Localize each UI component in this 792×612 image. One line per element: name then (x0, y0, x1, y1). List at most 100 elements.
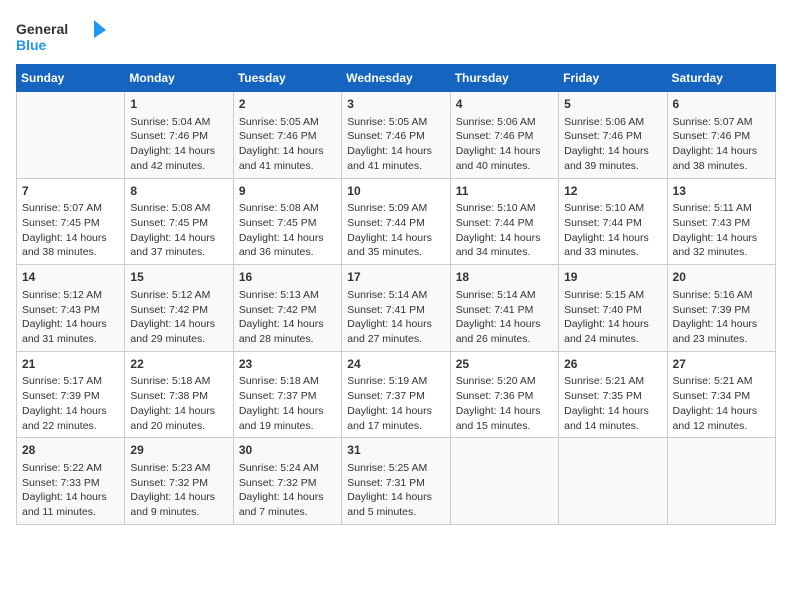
day-content: Sunrise: 5:09 AMSunset: 7:44 PMDaylight:… (347, 201, 444, 260)
day-content: Sunrise: 5:12 AMSunset: 7:42 PMDaylight:… (130, 288, 227, 347)
day-number: 27 (673, 356, 770, 373)
day-number: 13 (673, 183, 770, 200)
day-number: 9 (239, 183, 336, 200)
header-day-thursday: Thursday (450, 65, 558, 92)
day-number: 7 (22, 183, 119, 200)
day-content: Sunrise: 5:21 AMSunset: 7:34 PMDaylight:… (673, 374, 770, 433)
day-content: Sunrise: 5:14 AMSunset: 7:41 PMDaylight:… (456, 288, 553, 347)
calendar-cell (559, 438, 667, 525)
calendar-cell: 12Sunrise: 5:10 AMSunset: 7:44 PMDayligh… (559, 178, 667, 265)
header-day-saturday: Saturday (667, 65, 775, 92)
header-day-friday: Friday (559, 65, 667, 92)
page-header: General Blue (16, 16, 776, 56)
day-number: 20 (673, 269, 770, 286)
day-number: 6 (673, 96, 770, 113)
calendar-cell (450, 438, 558, 525)
calendar-cell: 4Sunrise: 5:06 AMSunset: 7:46 PMDaylight… (450, 92, 558, 179)
day-number: 12 (564, 183, 661, 200)
svg-text:Blue: Blue (16, 37, 47, 53)
calendar-cell: 30 Sunrise: 5:24 AMSunset: 7:32 PMDayligh… (233, 438, 341, 525)
day-number: 17 (347, 269, 444, 286)
calendar-cell: 3Sunrise: 5:05 AMSunset: 7:46 PMDaylight… (342, 92, 450, 179)
day-content: Sunrise: 5:23 AMSunset: 7:32 PMDaylight:… (130, 461, 227, 520)
day-number: 18 (456, 269, 553, 286)
calendar-cell: 19 Sunrise: 5:15 AMSunset: 7:40 PMDayligh… (559, 265, 667, 352)
day-content: Sunrise: 5:12 AMSunset: 7:43 PMDaylight:… (22, 288, 119, 347)
header-day-wednesday: Wednesday (342, 65, 450, 92)
week-row-3: 14 Sunrise: 5:12 AMSunset: 7:43 PMDayligh… (17, 265, 776, 352)
header-day-monday: Monday (125, 65, 233, 92)
day-number: 24 (347, 356, 444, 373)
day-number: 5 (564, 96, 661, 113)
day-number: 31 (347, 442, 444, 459)
header-row: SundayMondayTuesdayWednesdayThursdayFrid… (17, 65, 776, 92)
day-content: Sunrise: 5:24 AMSunset: 7:32 PMDaylight:… (239, 461, 336, 520)
calendar-cell: 15 Sunrise: 5:12 AMSunset: 7:42 PMDayligh… (125, 265, 233, 352)
day-number: 1 (130, 96, 227, 113)
day-content: Sunrise: 5:15 AMSunset: 7:40 PMDaylight:… (564, 288, 661, 347)
day-number: 26 (564, 356, 661, 373)
day-content: Sunrise: 5:20 AMSunset: 7:36 PMDaylight:… (456, 374, 553, 433)
day-content: Sunrise: 5:07 AMSunset: 7:45 PMDaylight:… (22, 201, 119, 260)
day-content: Sunrise: 5:21 AMSunset: 7:35 PMDaylight:… (564, 374, 661, 433)
day-content: Sunrise: 5:22 AMSunset: 7:33 PMDaylight:… (22, 461, 119, 520)
day-number: 15 (130, 269, 227, 286)
calendar-cell: 16Sunrise: 5:13 AMSunset: 7:42 PMDayligh… (233, 265, 341, 352)
day-content: Sunrise: 5:17 AMSunset: 7:39 PMDaylight:… (22, 374, 119, 433)
calendar-cell: 1 Sunrise: 5:04 AMSunset: 7:46 PMDaylight… (125, 92, 233, 179)
day-number: 29 (130, 442, 227, 459)
calendar-cell: 24Sunrise: 5:19 AMSunset: 7:37 PMDayligh… (342, 351, 450, 438)
calendar-cell: 11Sunrise: 5:10 AMSunset: 7:44 PMDayligh… (450, 178, 558, 265)
day-number: 14 (22, 269, 119, 286)
calendar-cell: 9Sunrise: 5:08 AMSunset: 7:45 PMDaylight… (233, 178, 341, 265)
day-number: 28 (22, 442, 119, 459)
day-number: 23 (239, 356, 336, 373)
day-number: 8 (130, 183, 227, 200)
calendar-header: SundayMondayTuesdayWednesdayThursdayFrid… (17, 65, 776, 92)
day-number: 10 (347, 183, 444, 200)
calendar-cell: 17Sunrise: 5:14 AMSunset: 7:41 PMDayligh… (342, 265, 450, 352)
day-number: 19 (564, 269, 661, 286)
calendar-cell (667, 438, 775, 525)
header-day-tuesday: Tuesday (233, 65, 341, 92)
day-content: Sunrise: 5:08 AMSunset: 7:45 PMDaylight:… (130, 201, 227, 260)
calendar-cell: 7Sunrise: 5:07 AMSunset: 7:45 PMDaylight… (17, 178, 125, 265)
day-content: Sunrise: 5:04 AMSunset: 7:46 PMDaylight:… (130, 115, 227, 174)
calendar-cell: 6 Sunrise: 5:07 AMSunset: 7:46 PMDaylight… (667, 92, 775, 179)
week-row-1: 1 Sunrise: 5:04 AMSunset: 7:46 PMDaylight… (17, 92, 776, 179)
day-content: Sunrise: 5:13 AMSunset: 7:42 PMDaylight:… (239, 288, 336, 347)
day-content: Sunrise: 5:07 AMSunset: 7:46 PMDaylight:… (673, 115, 770, 174)
day-content: Sunrise: 5:10 AMSunset: 7:44 PMDaylight:… (564, 201, 661, 260)
calendar-cell (17, 92, 125, 179)
calendar-cell: 22Sunrise: 5:18 AMSunset: 7:38 PMDayligh… (125, 351, 233, 438)
logo-svg: General Blue (16, 16, 106, 56)
calendar-cell: 5Sunrise: 5:06 AMSunset: 7:46 PMDaylight… (559, 92, 667, 179)
calendar-cell: 10Sunrise: 5:09 AMSunset: 7:44 PMDayligh… (342, 178, 450, 265)
calendar-cell: 18 Sunrise: 5:14 AMSunset: 7:41 PMDayligh… (450, 265, 558, 352)
week-row-4: 21Sunrise: 5:17 AMSunset: 7:39 PMDayligh… (17, 351, 776, 438)
calendar-cell: 20Sunrise: 5:16 AMSunset: 7:39 PMDayligh… (667, 265, 775, 352)
day-content: Sunrise: 5:08 AMSunset: 7:45 PMDaylight:… (239, 201, 336, 260)
header-day-sunday: Sunday (17, 65, 125, 92)
day-number: 30 (239, 442, 336, 459)
day-number: 3 (347, 96, 444, 113)
calendar-table: SundayMondayTuesdayWednesdayThursdayFrid… (16, 64, 776, 525)
day-content: Sunrise: 5:06 AMSunset: 7:46 PMDaylight:… (456, 115, 553, 174)
calendar-cell: 14 Sunrise: 5:12 AMSunset: 7:43 PMDayligh… (17, 265, 125, 352)
calendar-cell: 27Sunrise: 5:21 AMSunset: 7:34 PMDayligh… (667, 351, 775, 438)
day-number: 2 (239, 96, 336, 113)
calendar-cell: 29 Sunrise: 5:23 AMSunset: 7:32 PMDayligh… (125, 438, 233, 525)
day-content: Sunrise: 5:05 AMSunset: 7:46 PMDaylight:… (239, 115, 336, 174)
calendar-cell: 13Sunrise: 5:11 AMSunset: 7:43 PMDayligh… (667, 178, 775, 265)
day-number: 25 (456, 356, 553, 373)
calendar-cell: 8Sunrise: 5:08 AMSunset: 7:45 PMDaylight… (125, 178, 233, 265)
calendar-cell: 28 Sunrise: 5:22 AMSunset: 7:33 PMDayligh… (17, 438, 125, 525)
day-number: 22 (130, 356, 227, 373)
day-content: Sunrise: 5:19 AMSunset: 7:37 PMDaylight:… (347, 374, 444, 433)
day-number: 21 (22, 356, 119, 373)
day-content: Sunrise: 5:10 AMSunset: 7:44 PMDaylight:… (456, 201, 553, 260)
calendar-cell: 2 Sunrise: 5:05 AMSunset: 7:46 PMDaylight… (233, 92, 341, 179)
calendar-body: 1 Sunrise: 5:04 AMSunset: 7:46 PMDaylight… (17, 92, 776, 525)
day-content: Sunrise: 5:25 AMSunset: 7:31 PMDaylight:… (347, 461, 444, 520)
calendar-cell: 21Sunrise: 5:17 AMSunset: 7:39 PMDayligh… (17, 351, 125, 438)
